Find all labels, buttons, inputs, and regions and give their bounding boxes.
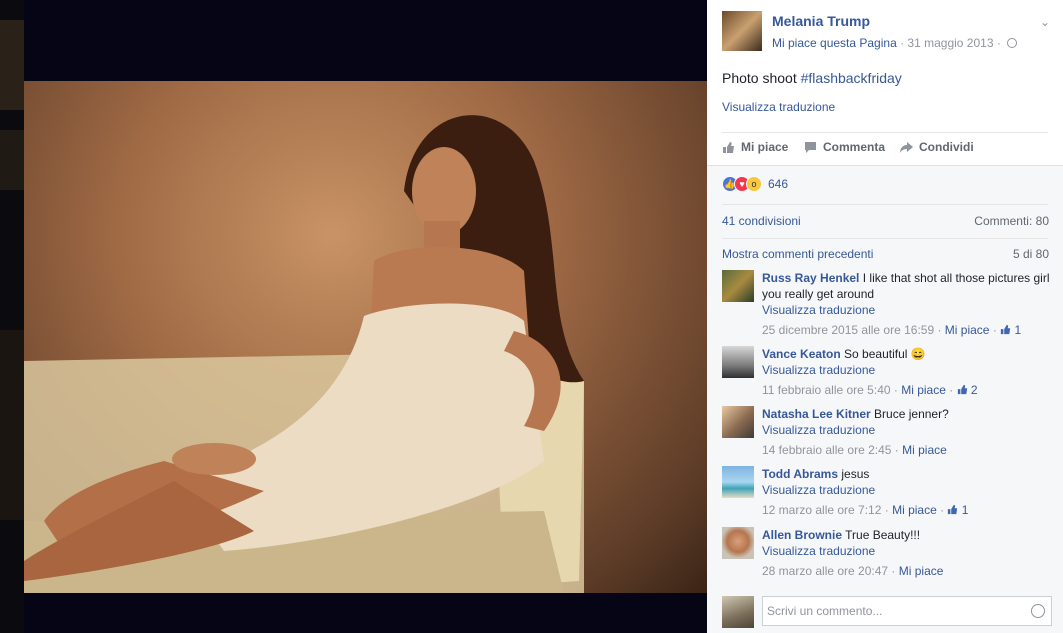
see-translation-link[interactable]: Visualizza traduzione xyxy=(762,362,1052,378)
thumbs-up-icon xyxy=(1001,324,1011,335)
meta-separator: · xyxy=(896,36,908,50)
comment-meta: 11 febbraio alle ore 5:40 · Mi piace · 2 xyxy=(762,383,978,397)
thumbs-up-icon xyxy=(957,384,967,395)
page-name[interactable]: Melania Trump xyxy=(772,13,870,29)
reactions-count[interactable]: 646 xyxy=(768,177,788,191)
comment-text: True Beauty!!! xyxy=(845,528,921,542)
comments-pager: 5 di 80 xyxy=(1012,247,1049,261)
see-translation-link[interactable]: Visualizza traduzione xyxy=(762,482,1052,498)
comment-label: Commenta xyxy=(823,140,886,154)
comment-like-count[interactable]: 2 xyxy=(971,383,978,397)
photo-viewer[interactable] xyxy=(24,0,707,633)
like-page-link[interactable]: Mi piace questa Pagina xyxy=(772,36,897,50)
comment-button[interactable]: Commenta xyxy=(804,140,885,154)
share-button[interactable]: Condividi xyxy=(900,140,974,154)
comment-like-link[interactable]: Mi piace xyxy=(899,564,944,578)
post-photo[interactable] xyxy=(24,81,707,593)
smile-emoji-icon: 😄 xyxy=(910,347,926,361)
divider xyxy=(722,204,1048,205)
commenter-avatar[interactable] xyxy=(722,527,754,559)
thumbs-up-icon xyxy=(723,141,734,153)
comment-meta: 12 marzo alle ore 7:12 · Mi piace · 1 xyxy=(762,503,969,517)
post-actions: Mi piace Commenta Condividi xyxy=(722,140,1048,158)
comment-time[interactable]: 11 febbraio alle ore 5:40 xyxy=(762,383,891,397)
comment-time[interactable]: 14 febbraio alle ore 2:45 xyxy=(762,443,891,457)
commenter-avatar[interactable] xyxy=(722,270,754,302)
divider xyxy=(707,165,1063,166)
like-label: Mi piace xyxy=(741,140,789,154)
comment-time[interactable]: 25 dicembre 2015 alle ore 16:59 xyxy=(762,323,934,337)
post-side-panel: Melania Trump Mi piace questa Pagina · 3… xyxy=(707,0,1063,633)
comment-author[interactable]: Natasha Lee Kitner xyxy=(762,407,871,421)
commenter-avatar[interactable] xyxy=(722,346,754,378)
share-label: Condividi xyxy=(919,140,974,154)
emoji-icon[interactable] xyxy=(1031,604,1045,618)
divider xyxy=(722,132,1048,133)
comment-meta: 28 marzo alle ore 20:47 · Mi piace xyxy=(762,564,944,578)
comment-author[interactable]: Allen Brownie xyxy=(762,528,842,542)
comment-time[interactable]: 28 marzo alle ore 20:47 xyxy=(762,564,888,578)
divider xyxy=(722,238,1048,239)
globe-icon[interactable] xyxy=(1007,38,1018,48)
chevron-down-icon[interactable]: ⌄ xyxy=(1040,15,1050,29)
previous-content-strip xyxy=(0,0,24,633)
strip-thumbnail xyxy=(0,130,24,190)
comment-input-box[interactable] xyxy=(762,596,1052,626)
photo-illustration xyxy=(24,115,584,593)
comments-count: Commenti: 80 xyxy=(974,214,1049,228)
post-meta: Mi piace questa Pagina · 31 maggio 2013 … xyxy=(772,36,1018,50)
like-button[interactable]: Mi piace xyxy=(722,140,788,154)
see-translation-link[interactable]: Visualizza traduzione xyxy=(762,422,1052,438)
strip-thumbnail xyxy=(0,330,24,520)
commenter-avatar[interactable] xyxy=(722,466,754,498)
comment-like-link[interactable]: Mi piace xyxy=(945,323,990,337)
comment-meta: 25 dicembre 2015 alle ore 16:59 · Mi pia… xyxy=(762,323,1022,337)
share-icon xyxy=(900,141,913,153)
post-header: Melania Trump Mi piace questa Pagina · 3… xyxy=(722,11,1052,53)
reactions-summary[interactable]: 👍 ♥ o 646 xyxy=(722,176,788,192)
comment-like-link[interactable]: Mi piace xyxy=(902,443,947,457)
comment-input[interactable] xyxy=(763,597,1013,625)
commenter-avatar[interactable] xyxy=(722,406,754,438)
see-translation-link[interactable]: Visualizza traduzione xyxy=(762,302,1052,318)
comment-text: jesus xyxy=(841,467,870,481)
see-translation-link[interactable]: Visualizza traduzione xyxy=(762,543,1052,559)
comment-meta: 14 febbraio alle ore 2:45 · Mi piace xyxy=(762,443,947,457)
show-previous-comments-link[interactable]: Mostra commenti precedenti xyxy=(722,247,873,261)
wow-reaction-icon: o xyxy=(746,176,762,192)
comment-like-count[interactable]: 1 xyxy=(1015,323,1022,337)
post-text-body: Photo shoot xyxy=(722,70,801,86)
comment-text: So beautiful xyxy=(844,347,908,361)
comment-icon xyxy=(805,141,816,153)
comment-author[interactable]: Russ Ray Henkel xyxy=(762,271,859,285)
comment-composer xyxy=(722,596,1052,628)
comment-author[interactable]: Vance Keaton xyxy=(762,347,841,361)
strip-thumbnail xyxy=(0,20,24,110)
comment-like-count[interactable]: 1 xyxy=(962,503,969,517)
comment-like-link[interactable]: Mi piace xyxy=(901,383,946,397)
current-user-avatar xyxy=(722,596,754,628)
comment-author[interactable]: Todd Abrams xyxy=(762,467,838,481)
post-date[interactable]: 31 maggio 2013 xyxy=(907,36,993,50)
comment-time[interactable]: 12 marzo alle ore 7:12 xyxy=(762,503,881,517)
comment-like-link[interactable]: Mi piace xyxy=(892,503,937,517)
hashtag-link[interactable]: #flashbackfriday xyxy=(801,70,902,86)
shares-link[interactable]: 41 condivisioni xyxy=(722,214,801,228)
comment-text: Bruce jenner? xyxy=(874,407,949,421)
post-text: Photo shoot #flashbackfriday xyxy=(722,70,902,86)
see-translation-link[interactable]: Visualizza traduzione xyxy=(722,100,835,114)
meta-separator-2: · xyxy=(993,36,1005,50)
page-avatar[interactable] xyxy=(722,11,762,51)
thumbs-up-icon xyxy=(948,504,958,515)
